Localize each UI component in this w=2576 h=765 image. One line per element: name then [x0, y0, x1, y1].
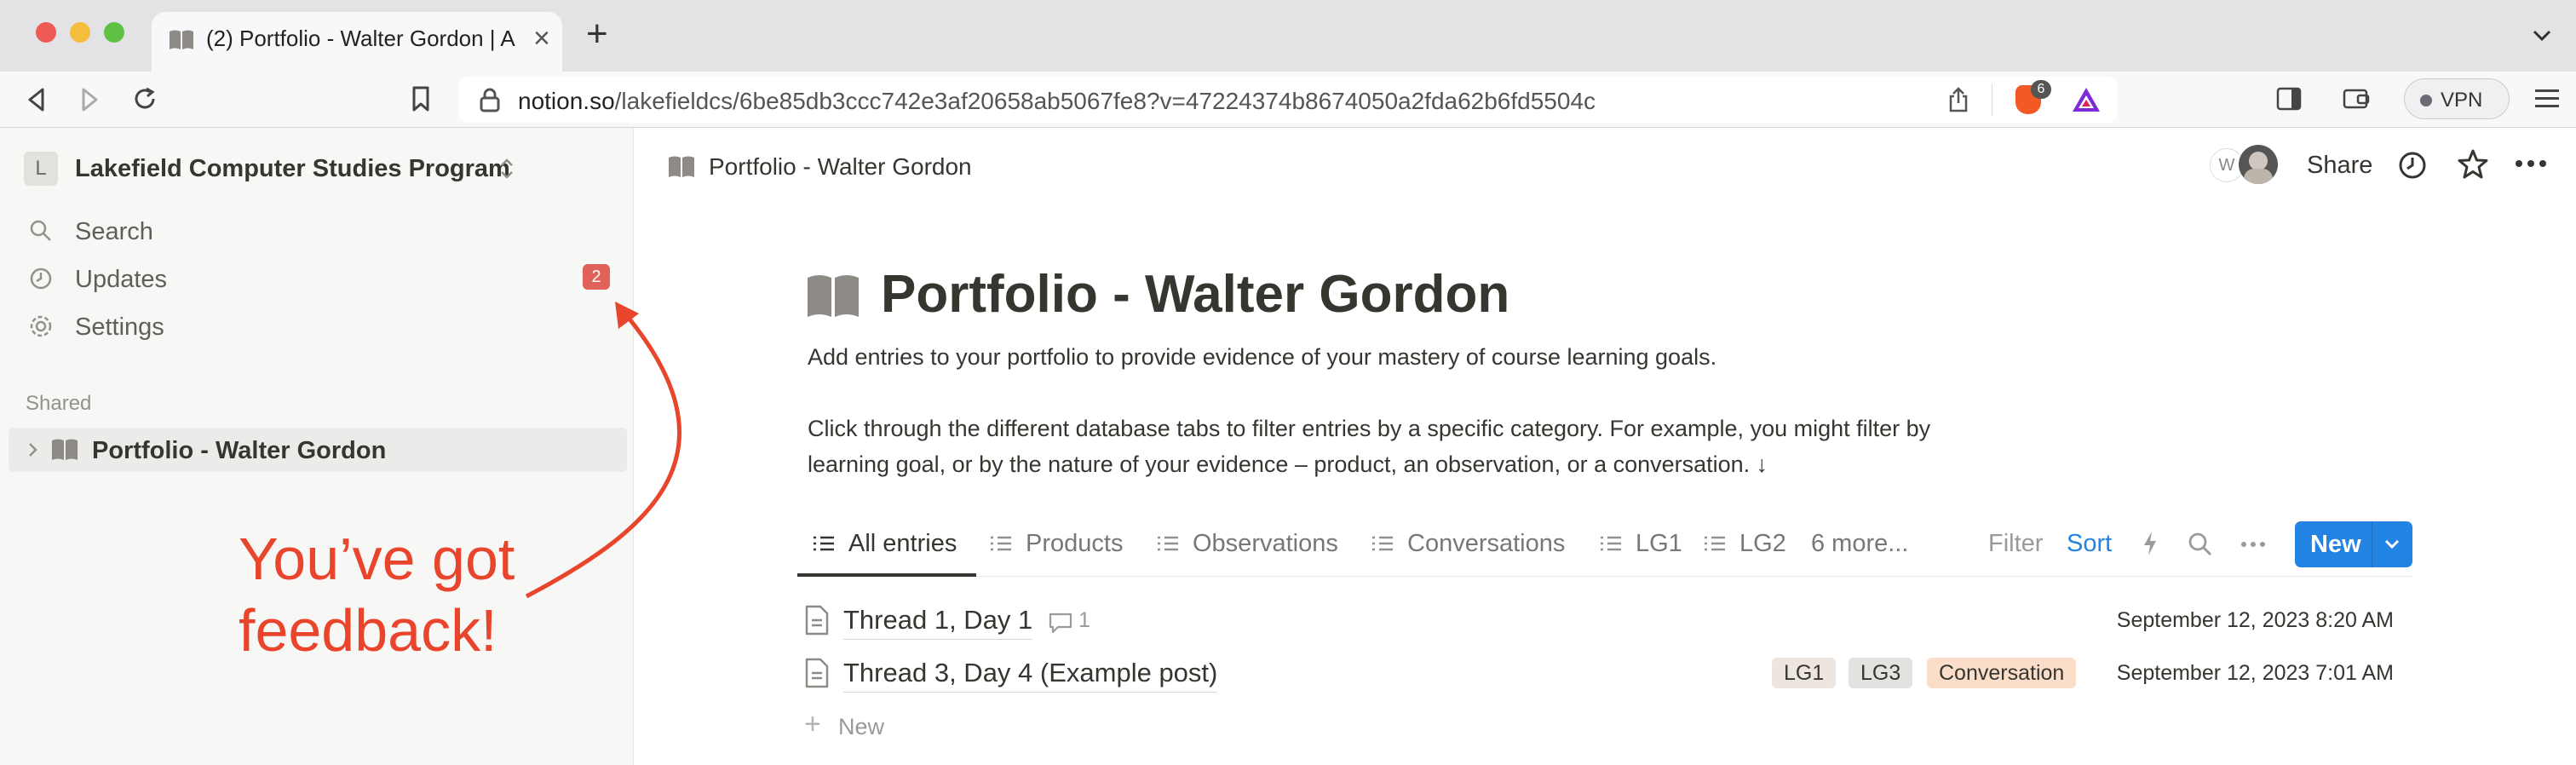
comment-count: 1 — [1078, 608, 1090, 632]
add-new-label: New — [838, 714, 885, 739]
row-date: September 12, 2023 8:20 AM — [2116, 608, 2394, 632]
reload-icon[interactable] — [131, 85, 158, 112]
filter-button[interactable]: Filter — [1988, 530, 2043, 558]
new-entry-button[interactable]: New — [2295, 521, 2412, 567]
updown-chevron-icon — [501, 158, 513, 179]
feedback-annotation: You’ve got feedback! — [239, 523, 515, 666]
sidebar-item-label: Settings — [75, 313, 164, 341]
sidebar-item-label: Search — [75, 218, 153, 245]
workspace-name: Lakefield Computer Studies Program — [75, 155, 510, 182]
tag-lg1: LG1 — [1772, 658, 1837, 688]
sort-button[interactable]: Sort — [2067, 530, 2112, 558]
tab-title: (2) Portfolio - Walter Gordon | A — [206, 26, 515, 51]
close-tab-icon[interactable]: × — [533, 22, 550, 55]
page-icon — [805, 658, 829, 688]
row-date: September 12, 2023 7:01 AM — [2116, 661, 2394, 685]
list-icon — [1158, 536, 1178, 551]
menu-icon[interactable] — [2535, 89, 2559, 109]
divider — [797, 576, 2412, 577]
active-tab-indicator — [797, 573, 976, 577]
bookmark-icon[interactable] — [411, 85, 431, 112]
tab-lg1[interactable]: LG1 — [1636, 530, 1682, 558]
table-row[interactable]: Thread 1, Day 1 1 September 12, 2023 8:2… — [797, 593, 2412, 646]
book-icon — [170, 30, 193, 49]
workspace-avatar: L — [24, 152, 58, 186]
list-icon — [814, 536, 834, 551]
browser-tab[interactable]: (2) Portfolio - Walter Gordon | A × — [152, 12, 562, 72]
page-title[interactable]: Portfolio - Walter Gordon — [881, 264, 1509, 325]
list-icon — [1705, 536, 1725, 551]
row-title[interactable]: Thread 3, Day 4 (Example post) — [843, 658, 1218, 693]
brave-rewards-icon[interactable] — [2070, 85, 2102, 114]
shield-count-badge: 6 — [2031, 80, 2051, 99]
forward-arrow-icon[interactable] — [80, 87, 101, 112]
tab-all-entries[interactable]: All entries — [848, 530, 957, 558]
list-icon — [991, 536, 1011, 551]
tab-more-views[interactable]: 6 more... — [1811, 530, 1908, 558]
lock-icon — [480, 88, 500, 112]
tab-lg2[interactable]: LG2 — [1739, 530, 1786, 558]
tab-products[interactable]: Products — [1026, 530, 1123, 558]
plus-icon: + — [804, 708, 821, 740]
browser-toolbar: notion.so/lakefieldcs/6be85db3ccc742e3af… — [0, 72, 2576, 128]
page-icon — [805, 605, 829, 636]
vpn-button[interactable]: VPN — [2404, 78, 2510, 119]
more-icon[interactable] — [2240, 540, 2266, 549]
new-tab-button[interactable]: + — [586, 15, 608, 53]
page-description[interactable]: Add entries to your portfolio to provide… — [808, 344, 1716, 371]
book-icon — [52, 439, 78, 460]
new-button-label: New — [2310, 531, 2361, 558]
tag-lg3: LG3 — [1849, 658, 1913, 688]
sidebar-item-label: Updates — [75, 266, 168, 293]
more-icon[interactable] — [2515, 158, 2547, 169]
breadcrumb[interactable]: Portfolio - Walter Gordon — [709, 153, 972, 181]
list-icon — [1372, 536, 1393, 551]
avatar[interactable] — [2239, 145, 2278, 184]
notification-badge: 2 — [583, 264, 610, 290]
chevron-down-icon[interactable] — [2383, 538, 2401, 550]
sidebar-item-label: Portfolio - Walter Gordon — [92, 437, 387, 464]
annotation-arrow — [525, 302, 681, 599]
table-row[interactable]: Thread 3, Day 4 (Example post) September… — [797, 646, 2412, 699]
close-window-button[interactable] — [36, 22, 56, 43]
url-text: notion.so/lakefieldcs/6be85db3ccc742e3af… — [518, 88, 1596, 114]
clock-icon — [30, 267, 52, 290]
page-icon-book[interactable] — [806, 273, 860, 320]
history-icon[interactable] — [2397, 150, 2428, 181]
back-arrow-icon[interactable] — [26, 87, 46, 112]
page-description[interactable]: learning goal, or by the nature of your … — [808, 452, 1768, 478]
comment-icon — [1049, 613, 1072, 634]
sidebar-toggle-icon[interactable] — [2276, 87, 2302, 111]
annotation-line-1: You’ve got — [239, 526, 515, 592]
annotation-line-2: feedback! — [239, 597, 497, 664]
workspace-switcher[interactable]: L Lakefield Computer Studies Program — [24, 150, 569, 187]
address-bar[interactable]: notion.so/lakefieldcs/6be85db3ccc742e3af… — [458, 77, 2118, 123]
share-page-icon[interactable] — [1947, 87, 1969, 112]
chevron-down-icon[interactable] — [2532, 29, 2552, 43]
page-description[interactable]: Click through the different database tab… — [808, 416, 1930, 442]
list-icon — [1601, 536, 1621, 551]
book-icon — [669, 156, 694, 177]
search-icon[interactable] — [2188, 532, 2213, 557]
shared-section-label: Shared — [26, 392, 92, 415]
wallet-icon[interactable] — [2343, 87, 2370, 111]
chevron-right-icon[interactable] — [27, 441, 39, 458]
browser-tab-bar: (2) Portfolio - Walter Gordon | A × + — [0, 0, 2576, 72]
share-button[interactable]: Share — [2307, 152, 2372, 180]
row-title[interactable]: Thread 1, Day 1 — [843, 605, 1033, 640]
tab-conversations[interactable]: Conversations — [1407, 530, 1565, 558]
add-new-row-button[interactable]: + New — [804, 708, 923, 743]
vpn-status-icon — [2420, 95, 2432, 106]
gear-icon — [30, 315, 52, 337]
lightning-icon[interactable] — [2142, 530, 2159, 557]
zoom-window-button[interactable] — [104, 22, 124, 43]
minimize-window-button[interactable] — [70, 22, 90, 43]
search-icon — [30, 220, 51, 241]
tag-conversation: Conversation — [1927, 658, 2077, 688]
vpn-label: VPN — [2441, 89, 2483, 112]
tab-observations[interactable]: Observations — [1193, 530, 1338, 558]
star-icon[interactable] — [2457, 148, 2489, 181]
sidebar-item-search[interactable]: Search — [20, 211, 608, 250]
